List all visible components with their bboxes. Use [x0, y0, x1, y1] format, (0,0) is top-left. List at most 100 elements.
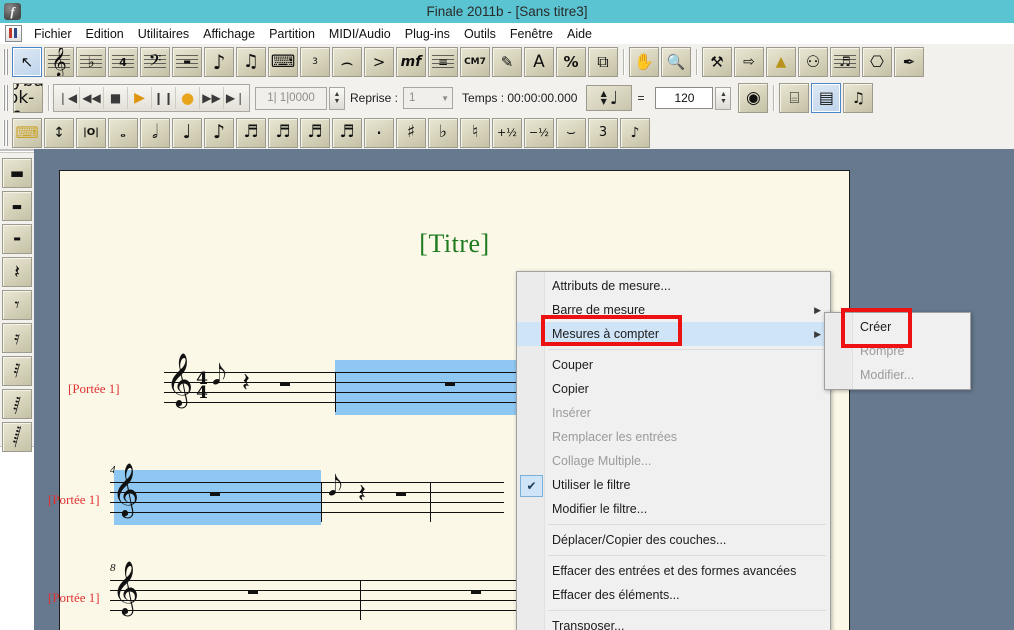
- quarter-rest-2[interactable]: 𝄽: [358, 481, 366, 507]
- record-button[interactable]: ●: [176, 87, 200, 109]
- staff-list-tool-button[interactable]: ≡: [428, 47, 458, 77]
- barline-4[interactable]: [430, 482, 431, 522]
- toolbar-grip[interactable]: [2, 49, 8, 75]
- quarter-note-button[interactable]: ♩: [172, 118, 202, 148]
- speedy-entry-tool-button[interactable]: ♫: [236, 47, 266, 77]
- staff-lines-3[interactable]: [110, 580, 560, 620]
- half-note-button[interactable]: 𝅗𝅥: [140, 118, 170, 148]
- time-signature-1[interactable]: 4 4: [195, 372, 209, 400]
- shape-designer-tool-button[interactable]: ▲: [766, 47, 796, 77]
- tie-button[interactable]: ⌣: [556, 118, 586, 148]
- submenu-item-creer[interactable]: Créer: [825, 315, 970, 339]
- natural-button[interactable]: ♮: [460, 118, 490, 148]
- onetwentyeighth-rest-button[interactable]: 𝅂: [2, 422, 32, 452]
- sharp-button[interactable]: ♯: [396, 118, 426, 148]
- treble-clef-2[interactable]: 𝄞: [112, 466, 139, 512]
- scroll-view-button[interactable]: ⌸: [779, 83, 809, 113]
- menu-utilitaires[interactable]: Utilitaires: [131, 25, 196, 43]
- toolbar-grip[interactable]: [2, 120, 8, 146]
- menu-item-effacer-des-elements[interactable]: Effacer des éléments...: [517, 583, 830, 607]
- staff-tool-button[interactable]: 𝄞: [44, 47, 74, 77]
- dot-button[interactable]: ·: [364, 118, 394, 148]
- page-title[interactable]: [Titre]: [60, 229, 849, 259]
- eighth-note-button[interactable]: ♪: [204, 118, 234, 148]
- staff-lines-2[interactable]: [110, 482, 504, 522]
- articulation-tool-button[interactable]: >: [364, 47, 394, 77]
- measure-tool-button[interactable]: ▬: [172, 47, 202, 77]
- menu-item-copier[interactable]: Copier: [517, 377, 830, 401]
- whole-rest-4[interactable]: [396, 492, 406, 496]
- keyboard-entry-button[interactable]: ⌨: [12, 118, 42, 148]
- menu-item-couper[interactable]: Couper: [517, 353, 830, 377]
- barline-1[interactable]: [335, 372, 336, 412]
- quarter-rest-1[interactable]: 𝄽: [242, 370, 250, 396]
- tempo-value-field[interactable]: 120: [655, 87, 713, 109]
- rewind-button[interactable]: ◀◀: [80, 87, 104, 109]
- note-mover-tool-button[interactable]: ⇨: [734, 47, 764, 77]
- hand-grabber-tool-button[interactable]: ✋: [629, 47, 659, 77]
- playback-book-button[interactable]: playback-book-icon: [13, 83, 43, 113]
- menu-item-barre-de-mesure[interactable]: Barre de mesure ▶: [517, 298, 830, 322]
- menu-item-transposer[interactable]: Transposer...: [517, 614, 830, 630]
- stop-button[interactable]: ■: [104, 87, 128, 109]
- smart-shape-tool-button[interactable]: ⌢: [332, 47, 362, 77]
- toolbar-grip[interactable]: [2, 85, 8, 111]
- menu-outils[interactable]: Outils: [457, 25, 503, 43]
- menu-midi-audio[interactable]: MIDI/Audio: [322, 25, 398, 43]
- note-2[interactable]: 𝅘𝅥𝅮: [328, 472, 342, 500]
- note-1[interactable]: 𝅘𝅥𝅮: [212, 361, 226, 389]
- play-button[interactable]: ▶: [128, 87, 152, 109]
- treble-clef-1[interactable]: 𝄞: [166, 356, 193, 402]
- menu-edition[interactable]: Edition: [79, 25, 131, 43]
- double-whole-note-button[interactable]: |O|: [76, 118, 106, 148]
- chord-tool-button[interactable]: CM7: [460, 47, 490, 77]
- menu-item-effacer-des-entrees-et-des-formes-avancees[interactable]: Effacer des entrées et des formes avancé…: [517, 559, 830, 583]
- mass-edit-tool-button[interactable]: ⚒: [702, 47, 732, 77]
- hyperscribe-tool-button[interactable]: ⌨: [268, 47, 298, 77]
- thirtysecond-rest-button[interactable]: 𝅀: [2, 356, 32, 386]
- tempo-note-button[interactable]: ▲▼ ♩: [586, 85, 632, 111]
- go-to-start-button[interactable]: ❘◀: [56, 87, 80, 109]
- whole-rest-2[interactable]: [445, 382, 455, 386]
- staff-label-3[interactable]: [Portée 1]: [48, 590, 100, 606]
- sixteenth-rest-button[interactable]: 𝄿: [2, 323, 32, 353]
- window-tool-button[interactable]: ⎔: [862, 47, 892, 77]
- half-rest-button[interactable]: ▬: [2, 224, 32, 254]
- whole-rest-6[interactable]: [471, 590, 481, 594]
- pause-button[interactable]: ❙❙: [152, 87, 176, 109]
- studio-view-button[interactable]: ♫: [843, 83, 873, 113]
- onetwentyeighth-note-button[interactable]: ♬: [332, 118, 362, 148]
- tuplet-button[interactable]: 3: [588, 118, 618, 148]
- whole-rest-3[interactable]: [210, 492, 220, 496]
- thirtysecond-note-button[interactable]: ♬: [268, 118, 298, 148]
- lyrics-tool-button[interactable]: ✎: [492, 47, 522, 77]
- whole-rest-1[interactable]: [280, 382, 290, 386]
- measure-position-stepper[interactable]: ▲ ▼: [329, 87, 345, 110]
- page-view-button[interactable]: ▤: [811, 83, 841, 113]
- staff-label-2[interactable]: [Portée 1]: [48, 492, 100, 508]
- menu-item-mesures-a-compter[interactable]: Mesures à compter ▶: [517, 322, 830, 346]
- graphics-tool-button[interactable]: ✒: [894, 47, 924, 77]
- menu-item-utiliser-le-filtre[interactable]: ✔ Utiliser le filtre: [517, 473, 830, 497]
- menu-fichier[interactable]: Fichier: [27, 25, 79, 43]
- menu-item-deplacer-copier-des-couches[interactable]: Déplacer/Copier des couches...: [517, 528, 830, 552]
- menu-aide[interactable]: Aide: [560, 25, 599, 43]
- go-to-end-button[interactable]: ▶❘: [224, 87, 247, 109]
- measure-position-field[interactable]: 1| 1|0000: [255, 87, 327, 110]
- menu-item-modifier-le-filtre[interactable]: Modifier le filtre...: [517, 497, 830, 521]
- fast-forward-button[interactable]: ▶▶: [200, 87, 224, 109]
- flat-button[interactable]: ♭: [428, 118, 458, 148]
- expression-tool-button[interactable]: mf: [396, 47, 426, 77]
- simple-entry-tool-button[interactable]: ♪: [204, 47, 234, 77]
- menu-fenetre[interactable]: Fenêtre: [503, 25, 560, 43]
- sixtyfourth-note-button[interactable]: ♬: [300, 118, 330, 148]
- barline-3[interactable]: [321, 482, 322, 522]
- barline-5[interactable]: [360, 580, 361, 620]
- percent-repeat-tool-button[interactable]: %: [556, 47, 586, 77]
- reprise-select[interactable]: 1 ▼: [403, 87, 453, 109]
- double-whole-rest-button[interactable]: ▬: [2, 158, 32, 188]
- grace-note-button[interactable]: ♪: [620, 118, 650, 148]
- whole-rest-5[interactable]: [248, 590, 258, 594]
- sixteenth-note-button[interactable]: ♬: [236, 118, 266, 148]
- time-signature-tool-button[interactable]: 4: [108, 47, 138, 77]
